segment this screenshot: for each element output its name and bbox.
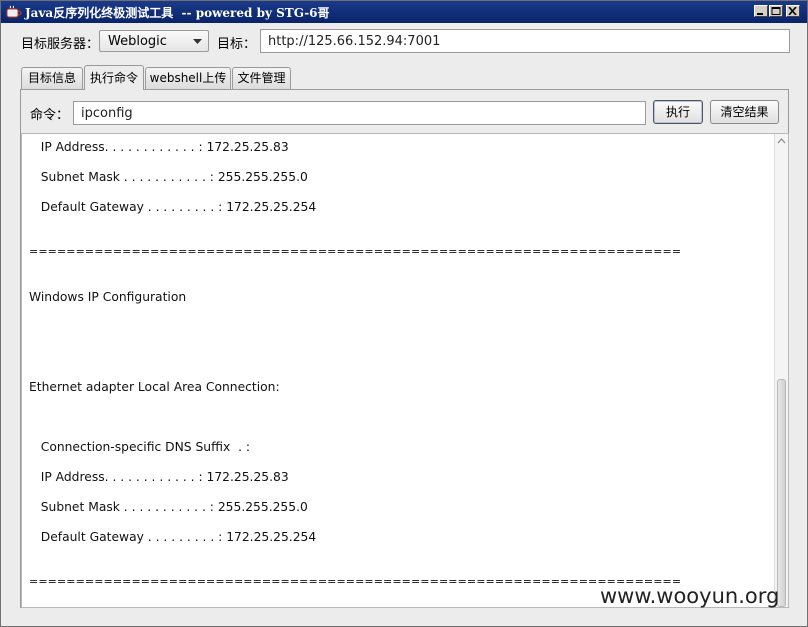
- app-window: Java反序列化终极测试工具 -- powered by STG-6哥 目标服务…: [0, 0, 808, 627]
- window-title: Java反序列化终极测试工具 -- powered by STG-6哥: [25, 6, 330, 20]
- title-bar[interactable]: Java反序列化终极测试工具 -- powered by STG-6哥: [1, 1, 807, 23]
- vertical-scrollbar[interactable]: [774, 134, 788, 607]
- output-line: Windows IP Configuration: [29, 290, 187, 304]
- target-field[interactable]: [260, 29, 790, 53]
- target-input[interactable]: [261, 30, 789, 52]
- command-input[interactable]: [74, 102, 645, 124]
- close-button[interactable]: [786, 5, 800, 17]
- output-line: IP Address. . . . . . . . . . . . : 172.…: [29, 140, 289, 154]
- minimize-icon: [757, 13, 763, 15]
- target-row: 目标服务器： Weblogic 目标：: [1, 29, 807, 55]
- command-field[interactable]: [73, 101, 646, 125]
- tab-file-manager[interactable]: 文件管理: [232, 67, 291, 89]
- output-separator: ========================================…: [29, 245, 682, 258]
- output-line: Default Gateway . . . . . . . . . : 172.…: [29, 530, 317, 544]
- scroll-up-arrow-icon[interactable]: [775, 134, 788, 148]
- chevron-down-icon: [193, 39, 202, 44]
- output-line: IP Address. . . . . . . . . . . . : 172.…: [29, 470, 289, 484]
- clear-results-button[interactable]: 清空结果: [710, 100, 779, 124]
- execute-button[interactable]: 执行: [653, 100, 703, 124]
- output-line: Subnet Mask . . . . . . . . . . . : 255.…: [29, 170, 308, 184]
- scrollbar-thumb[interactable]: [777, 379, 786, 607]
- tab-webshell-upload[interactable]: webshell上传: [145, 67, 231, 89]
- server-select[interactable]: Weblogic: [99, 30, 209, 52]
- minimize-button[interactable]: [754, 5, 768, 17]
- maximize-icon: [771, 7, 781, 15]
- tab-execute-command[interactable]: 执行命令: [84, 65, 144, 90]
- java-cup-icon: [6, 5, 22, 18]
- close-icon: [788, 7, 797, 15]
- output-line: Default Gateway . . . . . . . . . : 172.…: [29, 200, 317, 214]
- output-line: Connection-specific DNS Suffix . :: [29, 440, 251, 454]
- output-line: Subnet Mask . . . . . . . . . . . : 255.…: [29, 500, 308, 514]
- target-label: 目标：: [217, 37, 257, 52]
- server-label: 目标服务器：: [21, 37, 100, 52]
- tab-target-info[interactable]: 目标信息: [21, 67, 83, 89]
- output-line: Ethernet adapter Local Area Connection:: [29, 380, 280, 394]
- server-select-value: Weblogic: [108, 34, 167, 49]
- output-separator: ========================================…: [29, 575, 682, 588]
- watermark: www.wooyun.org: [600, 584, 780, 608]
- command-label: 命令：: [30, 108, 70, 123]
- maximize-button[interactable]: [769, 5, 783, 17]
- output-area[interactable]: IP Address. . . . . . . . . . . . : 172.…: [21, 133, 789, 608]
